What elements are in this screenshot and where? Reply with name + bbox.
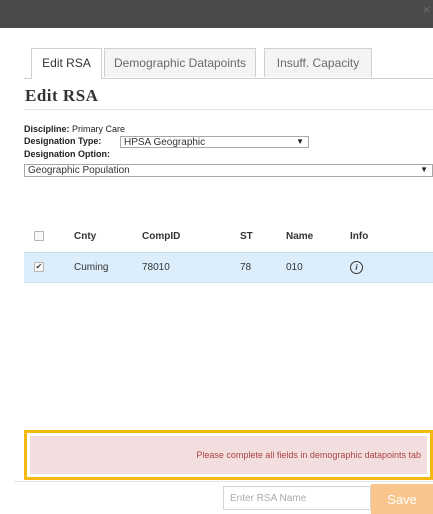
row-checkbox[interactable]: ✔ bbox=[34, 262, 44, 273]
designation-option-row: Designation Option: bbox=[24, 149, 110, 159]
discipline-label: Discipline: bbox=[24, 124, 70, 134]
info-icon[interactable]: i bbox=[350, 261, 363, 274]
column-header-st[interactable]: ST bbox=[239, 220, 285, 253]
designation-type-label: Designation Type: bbox=[24, 136, 102, 146]
alert-highlight: Please complete all fields in demographi… bbox=[24, 430, 433, 480]
discipline-row: Discipline: Primary Care bbox=[24, 124, 125, 134]
designation-type-row: Designation Type: bbox=[24, 136, 101, 146]
discipline-value: Primary Care bbox=[72, 124, 126, 134]
designation-type-select[interactable]: HPSA Geographic ▼ bbox=[120, 136, 309, 148]
table-row[interactable]: ✔ Cuming 78010 78 010 i bbox=[24, 252, 433, 283]
chevron-down-icon: ▼ bbox=[420, 165, 428, 174]
heading-divider bbox=[24, 109, 433, 110]
edit-rsa-dialog: Edit RSA Demographic Datapoints Insuff. … bbox=[14, 28, 433, 514]
dialog-titlebar: × bbox=[0, 0, 433, 28]
designation-type-value: HPSA Geographic bbox=[124, 137, 206, 148]
row-select-cell: ✔ bbox=[24, 252, 73, 283]
validation-alert: Please complete all fields in demographi… bbox=[30, 436, 427, 474]
chevron-down-icon: ▼ bbox=[296, 137, 304, 146]
select-all-header bbox=[24, 220, 73, 253]
page-title: Edit RSA bbox=[25, 86, 99, 105]
footer-divider bbox=[14, 481, 433, 482]
table-header-row: Cnty CompID ST Name Info bbox=[24, 220, 433, 253]
save-button[interactable]: Save bbox=[371, 484, 433, 514]
cell-info: i bbox=[349, 252, 433, 283]
column-header-info: Info bbox=[350, 230, 369, 242]
column-header-cnty[interactable]: Cnty bbox=[73, 220, 141, 253]
designation-option-select[interactable]: Geographic Population ▼ bbox=[24, 164, 433, 177]
close-icon[interactable]: × bbox=[422, 3, 431, 16]
designation-option-label: Designation Option: bbox=[24, 149, 110, 159]
tab-insuff-capacity[interactable]: Insuff. Capacity bbox=[264, 48, 372, 77]
rsa-table: Cnty CompID ST Name Info ✔ Cuming 78010 … bbox=[24, 220, 433, 283]
tab-edit-rsa[interactable]: Edit RSA bbox=[31, 48, 102, 79]
tab-demographic-datapoints[interactable]: Demographic Datapoints bbox=[104, 48, 256, 77]
rsa-name-input[interactable] bbox=[223, 486, 371, 510]
cell-compid: 78010 bbox=[141, 252, 239, 283]
cell-name: 010 bbox=[285, 252, 349, 283]
cell-cnty: Cuming bbox=[73, 252, 141, 283]
tab-bar: Edit RSA Demographic Datapoints Insuff. … bbox=[24, 48, 433, 79]
designation-option-value: Geographic Population bbox=[28, 165, 130, 176]
cell-st: 78 bbox=[239, 252, 285, 283]
column-header-name[interactable]: Name bbox=[285, 220, 349, 253]
select-all-checkbox[interactable] bbox=[34, 230, 44, 241]
column-header-compid[interactable]: CompID bbox=[141, 220, 239, 253]
